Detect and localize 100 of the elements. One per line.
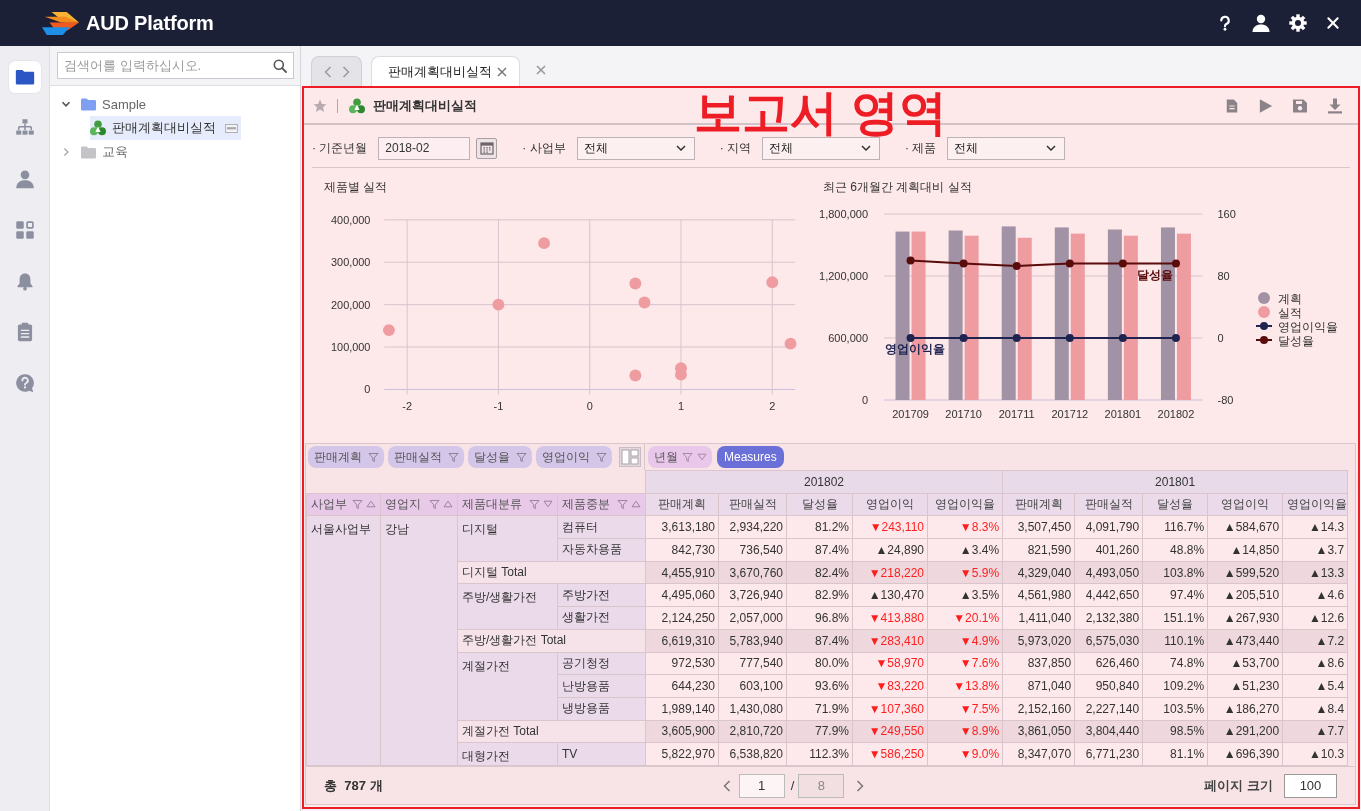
tick-label: 600,000: [828, 332, 868, 344]
filter-icon[interactable]: [617, 498, 628, 510]
sort-down-icon[interactable]: [543, 500, 553, 509]
help-icon[interactable]: [1217, 14, 1233, 32]
legend-label: 영업이익율: [1278, 319, 1338, 334]
chevron-left-icon[interactable]: [722, 779, 731, 792]
filter-icon[interactable]: [352, 498, 363, 510]
tick-label: 100,000: [331, 340, 371, 353]
dimension-cell: 디지털: [457, 515, 558, 562]
search-field[interactable]: 검색어를 입력하십시오.: [57, 52, 294, 79]
filter-icon[interactable]: [682, 451, 693, 463]
sort-up-icon[interactable]: [366, 500, 376, 509]
tick-label: 0: [586, 400, 593, 413]
save-icon[interactable]: [1292, 97, 1308, 114]
tick-label: 1,200,000: [819, 270, 868, 282]
filter-label: · 사업부: [522, 139, 566, 157]
report-icon: [90, 120, 106, 136]
chevron-down-icon: [861, 145, 872, 151]
chart-title: 최근 6개월간 계획대비 실적: [822, 179, 973, 196]
tick-label: 80: [1217, 270, 1230, 282]
tick-label: 400,000: [331, 213, 371, 226]
filter-label: · 지역: [719, 139, 752, 157]
tree-item[interactable]: 교육: [81, 140, 131, 164]
filter-icon[interactable]: [516, 451, 527, 463]
sort-up-icon[interactable]: [631, 500, 641, 509]
chevron-down-icon: [675, 145, 686, 151]
search-icon[interactable]: [273, 58, 287, 73]
tick-label: 201709: [892, 408, 929, 420]
play-icon[interactable]: [1258, 97, 1273, 114]
settings-icon[interactable]: [1289, 14, 1307, 32]
page-size-field[interactable]: 100: [1284, 773, 1337, 798]
triangle-down-icon[interactable]: [697, 453, 707, 461]
tick-label: -2: [402, 400, 412, 413]
tick-label: 300,000: [331, 256, 371, 269]
dropdown[interactable]: 전체: [947, 136, 1066, 160]
total-label: 계절가전 Total: [457, 720, 646, 743]
series-label: 영업이익율: [884, 342, 945, 356]
tick-label: 0: [861, 394, 868, 406]
measure-chip[interactable]: 판매실적: [388, 446, 464, 468]
measure-chip[interactable]: 달성율: [468, 446, 532, 468]
dropdown[interactable]: 전체: [762, 136, 881, 160]
user-icon[interactable]: [1252, 14, 1270, 32]
filter-icon[interactable]: [596, 451, 607, 463]
line-point: [1065, 334, 1074, 342]
dropdown[interactable]: 전체: [576, 136, 695, 160]
chevron-right-icon[interactable]: [856, 779, 865, 792]
line-point: [1171, 334, 1180, 342]
measure-chip[interactable]: 영업이익: [536, 446, 612, 468]
measures-chip[interactable]: Measures: [717, 446, 784, 468]
report-icon: [349, 97, 365, 114]
dimension-cell: 강남: [380, 515, 458, 766]
download-icon[interactable]: [1327, 97, 1343, 114]
logo-icon: [42, 10, 80, 36]
tick-label: 160: [1217, 208, 1236, 220]
tree-item[interactable]: Sample: [81, 92, 150, 116]
tab[interactable]: 판매계획대비실적: [371, 56, 520, 86]
sidebar-button[interactable]: [8, 61, 41, 93]
filter-icon[interactable]: [368, 451, 379, 463]
page-field[interactable]: 1: [738, 773, 785, 798]
filter-icon[interactable]: [448, 451, 459, 463]
tick-label: 1,800,000: [819, 208, 868, 220]
star-icon[interactable]: [313, 98, 327, 113]
page-size-label: 페이지 크기: [1204, 776, 1273, 795]
tree-item[interactable]: 판매계획대비실적: [90, 116, 241, 140]
dimension-chip[interactable]: 년월: [648, 446, 712, 468]
filter-icon[interactable]: [529, 498, 540, 510]
page-separator: /: [790, 778, 795, 794]
tick-label: 200,000: [331, 298, 371, 311]
document-icon[interactable]: [1225, 97, 1239, 114]
filter-label: · 제품: [905, 139, 937, 157]
layout-icon[interactable]: [619, 447, 641, 467]
tick-label: 0: [1217, 332, 1224, 344]
chevron-right-icon[interactable]: [341, 65, 350, 78]
dimension-cell: 서울사업부: [306, 515, 381, 766]
line-point: [1065, 259, 1074, 268]
folder-icon: [14, 67, 35, 87]
window-icon: [225, 123, 238, 133]
user-icon: [14, 169, 35, 189]
line-point: [1012, 261, 1021, 270]
tick-label: 201802: [1157, 408, 1195, 420]
line-point: [1171, 259, 1180, 268]
series-label: 달성율: [1136, 267, 1173, 282]
chevron-right-icon[interactable]: [61, 147, 71, 157]
line-point: [959, 259, 968, 268]
calendar-button[interactable]: [476, 137, 498, 159]
total-count: 총 787 개: [324, 776, 383, 795]
report-title: 판매계획대비실적: [373, 96, 477, 115]
date-field[interactable]: 2018-02: [378, 136, 471, 160]
chevron-left-icon[interactable]: [323, 65, 332, 78]
column-header: 201802: [645, 470, 1003, 494]
tick-label: -80: [1217, 394, 1234, 406]
line-point: [906, 334, 915, 342]
sort-up-icon[interactable]: [443, 500, 453, 509]
filter-icon[interactable]: [429, 498, 440, 510]
measure-chip[interactable]: 판매계획: [308, 446, 384, 468]
calendar-icon: [479, 141, 494, 155]
dimension-cell: 계절가전: [457, 652, 558, 721]
dashboard-icon: [14, 220, 35, 240]
chevron-down-icon[interactable]: [61, 99, 71, 109]
dimension-header[interactable]: 사업부: [306, 493, 381, 516]
